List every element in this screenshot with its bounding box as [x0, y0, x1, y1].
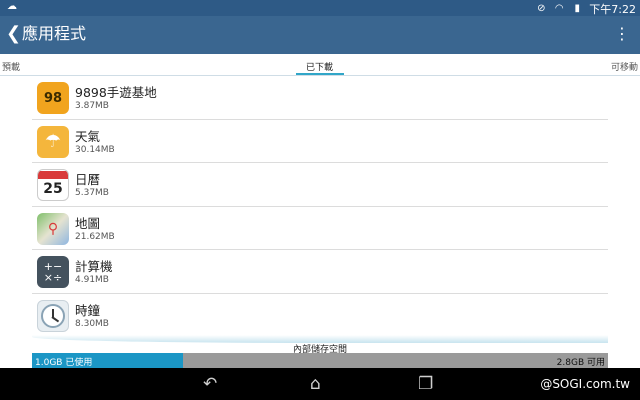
back-arrow-icon[interactable]: ↶	[203, 373, 217, 395]
status-time: 下午7:22	[589, 3, 636, 16]
status-bar: ☁ ⊘ ◠ ▮ 下午7:22	[0, 0, 640, 16]
storage-panel: 內部儲存空間 1.0GB 已使用 2.8GB 可用	[32, 335, 608, 368]
app-size: 3.87MB	[75, 101, 109, 111]
app-row-clock[interactable]: 時鐘 8.30MB	[32, 294, 608, 337]
more-vertical-icon[interactable]: ⋮	[614, 24, 630, 43]
mute-icon: ⊘	[537, 3, 546, 14]
tab-preloaded[interactable]: 預載	[2, 60, 20, 73]
clock-icon	[37, 299, 69, 332]
app-row-maps[interactable]: ⚲ 地圖 21.62MB	[32, 207, 608, 250]
app-size: 30.14MB	[75, 144, 115, 155]
app-bar: ❮ 應用程式 ⋮	[0, 16, 640, 54]
navigation-bar: ↶ ⌂ ❐ @SOGI.com.tw	[0, 368, 640, 400]
app-row-weather[interactable]: ☂ 天氣 30.14MB	[32, 120, 608, 163]
tab-downloaded[interactable]: 已下載	[306, 60, 333, 73]
calculator-icon: +− ×÷	[37, 256, 69, 288]
app-name: 時鐘	[75, 302, 101, 318]
wifi-icon: ◠	[554, 3, 564, 14]
app-name: 天氣	[75, 128, 101, 144]
app-name: 日曆	[75, 172, 101, 187]
home-icon[interactable]: ⌂	[310, 373, 321, 395]
storage-used-text: 1.0GB 已使用	[35, 358, 93, 368]
page-title: 應用程式	[22, 24, 87, 43]
calendar-icon: 25	[37, 169, 69, 201]
chevron-left-icon[interactable]: ❮	[6, 24, 21, 44]
tab-movable[interactable]: 可移動	[611, 60, 638, 73]
app-list: 98 9898手遊基地 3.87MB ☂ 天氣 30.14MB 25 日曆 5.…	[32, 76, 608, 337]
app-name: 計算機	[75, 259, 113, 274]
app-name: 9898手遊基地	[75, 85, 157, 100]
app-size: 8.30MB	[75, 318, 109, 329]
watermark: @SOGI.com.tw	[540, 377, 630, 391]
battery-charging-icon: ▮	[574, 3, 581, 14]
calendar-header	[38, 171, 68, 179]
tab-strip: 預載 已下載 可移動	[0, 54, 640, 76]
clock-minute-hand	[51, 315, 60, 322]
app-size: 4.91MB	[75, 275, 109, 285]
app-row-calendar[interactable]: 25 日曆 5.37MB	[32, 163, 608, 207]
app-row-9898[interactable]: 98 9898手遊基地 3.87MB	[32, 76, 608, 120]
storage-bar: 1.0GB 已使用 2.8GB 可用	[32, 353, 608, 368]
9898-games-icon: 98	[37, 82, 69, 114]
storage-free-text: 2.8GB 可用	[556, 358, 605, 368]
calendar-day: 25	[43, 181, 63, 197]
cloud-upload-icon: ☁	[7, 1, 17, 12]
app-size: 5.37MB	[75, 188, 109, 198]
status-icons: ⊘ ◠ ▮ 下午7:22	[535, 1, 636, 17]
recent-apps-icon[interactable]: ❐	[418, 373, 433, 395]
app-size: 21.62MB	[75, 231, 115, 242]
clock-face	[41, 303, 65, 328]
weather-umbrella-icon: ☂	[37, 125, 69, 158]
app-name: 地圖	[75, 215, 101, 231]
app-row-calculator[interactable]: +− ×÷ 計算機 4.91MB	[32, 250, 608, 294]
maps-icon: ⚲	[37, 212, 69, 245]
